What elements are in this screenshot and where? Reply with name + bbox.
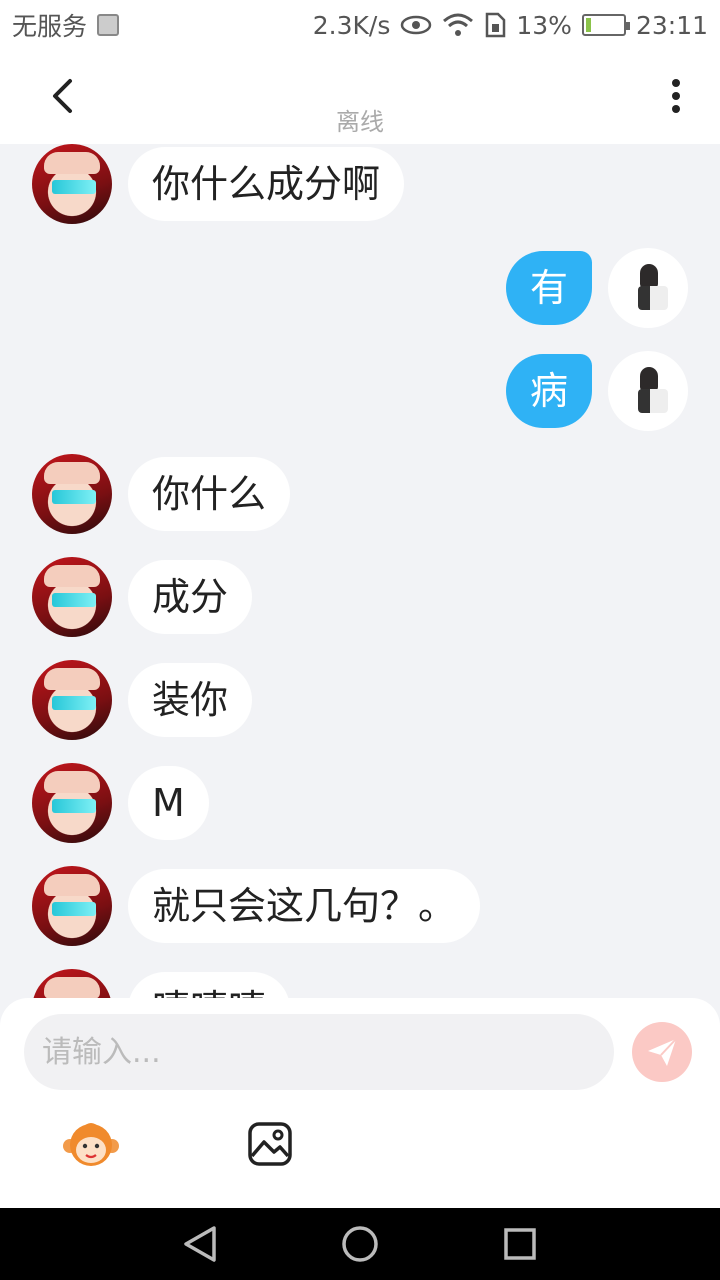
circle-home-icon [342,1226,378,1262]
triangle-back-icon [184,1226,216,1262]
paper-plane-icon [648,1038,677,1066]
message-row: 病 [505,351,688,431]
message-row: M [32,763,209,843]
battery-percent-text: 13% [516,10,572,40]
contact-avatar[interactable] [32,454,112,534]
message-row: 嘻嘻嘻 [32,969,291,1000]
contact-avatar[interactable] [32,557,112,637]
message-bubble[interactable]: 你什么成分啊 [128,147,405,221]
contact-avatar[interactable] [32,144,112,224]
message-bubble[interactable]: 成分 [128,560,253,634]
nav-back-button[interactable] [170,1214,230,1274]
message-row: 装你 [32,660,253,740]
message-bubble[interactable]: 嘻嘻嘻 [128,972,291,1000]
image-icon [248,1122,292,1166]
nav-home-button[interactable] [330,1214,390,1274]
message-row: 就只会这几句？。 [32,866,481,946]
more-options-button[interactable] [656,70,696,122]
status-bar: 无服务 2.3K/s 13% 23:11 [0,0,720,50]
message-bubble[interactable]: 你什么 [128,457,291,531]
sim-icon [486,12,506,38]
message-bubble[interactable]: 病 [505,354,592,428]
system-nav-bar [0,1208,720,1280]
clock-text: 23:11 [635,10,708,40]
message-bubble[interactable]: 装你 [128,663,253,737]
battery-icon [581,14,630,36]
wifi-icon [443,13,474,36]
contact-avatar[interactable] [32,969,112,1000]
contact-status: 离线 [336,108,384,136]
contact-avatar[interactable] [32,660,112,740]
emoji-button[interactable] [62,1118,120,1170]
eye-icon [401,15,432,35]
message-input[interactable] [24,1014,614,1090]
message-row: 你什么成分啊 [32,144,405,224]
net-speed-text: 2.3K/s [312,10,391,40]
message-list[interactable]: 你什么成分啊 有 病 你什么 成分 装你 M 就只会这几句？。 嘻嘻嘻 [0,144,720,1000]
message-bubble[interactable]: 有 [505,251,592,325]
input-bar [0,998,720,1208]
message-row: 你什么 [32,454,291,534]
monkey-emoji-icon [63,1123,119,1166]
image-button[interactable] [246,1120,294,1168]
square-recent-icon [504,1228,536,1260]
my-avatar[interactable] [608,248,688,328]
my-avatar[interactable] [608,351,688,431]
chat-header: 离线 [0,50,720,144]
message-bubble[interactable]: 就只会这几句？。 [128,869,481,943]
message-bubble[interactable]: M [128,766,209,840]
contact-avatar[interactable] [32,866,112,946]
message-row: 有 [505,248,688,328]
send-button[interactable] [632,1022,692,1082]
more-vertical-icon [672,79,680,113]
image-notification-icon [97,14,120,36]
contact-avatar[interactable] [32,763,112,843]
carrier-text: 无服务 [12,12,88,41]
message-row: 成分 [32,557,253,637]
nav-recent-button[interactable] [490,1214,550,1274]
